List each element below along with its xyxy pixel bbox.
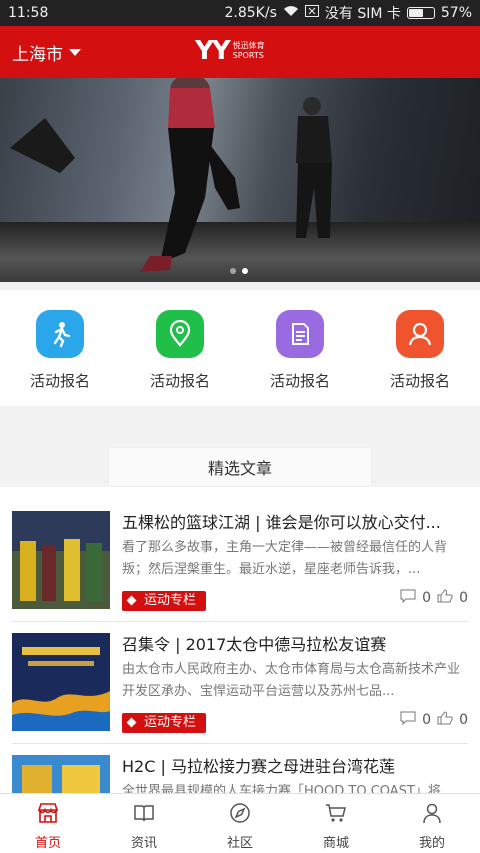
- article-stats: 0 0: [400, 711, 468, 729]
- quick-action-label: 活动报名: [269, 372, 330, 390]
- tab-label: 首页: [34, 836, 61, 851]
- app-logo: YY 悦迅体育 SPORTS: [195, 36, 265, 66]
- bottom-tab-bar: 首页 资讯 社区 商城 我的: [0, 793, 480, 853]
- status-time: 11:58: [8, 5, 49, 21]
- status-bar: 11:58 2.85K/s 没有 SIM 卡 57%: [0, 0, 480, 26]
- quick-action-1[interactable]: 活动报名: [0, 290, 120, 406]
- cart-icon: [325, 802, 347, 828]
- logo-en: SPORTS: [232, 51, 264, 60]
- quick-action-2[interactable]: 活动报名: [120, 290, 240, 406]
- quick-action-4[interactable]: 活动报名: [360, 290, 480, 406]
- wifi-icon: [283, 5, 299, 21]
- hero-banner[interactable]: [0, 78, 480, 282]
- runner-icon: [36, 310, 84, 358]
- person-icon: [396, 310, 444, 358]
- comment-icon[interactable]: [400, 589, 416, 607]
- quick-action-label: 活动报名: [29, 372, 90, 390]
- book-icon: [133, 802, 155, 828]
- tab-label: 商城: [322, 836, 349, 851]
- logo-cn: 悦迅体育: [232, 41, 265, 50]
- thumbs-up-icon[interactable]: [437, 711, 453, 729]
- app-header: 上海市 YY 悦迅体育 SPORTS: [0, 26, 480, 78]
- network-speed: 2.85K/s: [224, 5, 277, 21]
- location-pin-icon: [156, 310, 204, 358]
- article-title: H2C | 马拉松接力赛之母进驻台湾花莲: [122, 757, 395, 776]
- tab-label: 我的: [418, 836, 445, 851]
- article-tag[interactable]: 运动专栏: [122, 591, 207, 611]
- battery-icon: [406, 7, 435, 19]
- article-tag[interactable]: 运动专栏: [122, 713, 207, 733]
- article-description: 全世界最具规模的人车接力赛「HOOD TO COAST」将: [122, 784, 441, 793]
- article-thumbnail: [12, 511, 110, 609]
- article-thumbnail: [12, 755, 110, 793]
- thumbs-up-icon[interactable]: [437, 589, 453, 607]
- logo-mark: YY: [195, 36, 231, 66]
- quick-action-label: 活动报名: [149, 372, 210, 390]
- tab-label: 资讯: [130, 836, 157, 851]
- user-icon: [421, 802, 443, 828]
- tab-profile[interactable]: 我的: [384, 794, 480, 853]
- carousel-dots[interactable]: [230, 268, 248, 274]
- article-item[interactable]: 五棵松的篮球江湖 | 谁会是你可以放心交付... 看了那么多故事，主角一大定律—…: [0, 487, 480, 611]
- tab-home[interactable]: 首页: [0, 794, 96, 853]
- comment-count: 0: [422, 712, 432, 728]
- dropdown-triangle-icon: [69, 48, 81, 56]
- carousel-dot-active[interactable]: [242, 268, 248, 274]
- compass-icon: [229, 802, 251, 828]
- quick-action-label: 活动报名: [389, 372, 450, 390]
- document-icon: [276, 310, 324, 358]
- city-label: 上海市: [12, 44, 63, 65]
- article-stats: 0 0: [400, 589, 468, 607]
- city-selector[interactable]: 上海市: [12, 40, 81, 65]
- section-title-text: 精选文章: [207, 459, 272, 478]
- banner-runner-image: [10, 78, 332, 272]
- article-item[interactable]: 召集令 | 2017太仓中德马拉松友谊赛 由太仓市人民政府主办、太仓市体育局与太…: [0, 609, 480, 733]
- article-thumbnail: [12, 633, 110, 731]
- comment-icon[interactable]: [400, 711, 416, 729]
- article-title: 五棵松的篮球江湖 | 谁会是你可以放心交付...: [122, 513, 441, 532]
- article-item[interactable]: H2C | 马拉松接力赛之母进驻台湾花莲 全世界最具规模的人车接力赛「HOOD …: [0, 731, 480, 793]
- home-store-icon: [37, 802, 59, 828]
- comment-count: 0: [422, 590, 432, 606]
- like-count: 0: [459, 590, 468, 606]
- quick-action-3[interactable]: 活动报名: [240, 290, 360, 406]
- sim-icon: [304, 5, 319, 21]
- article-list: 五棵松的篮球江湖 | 谁会是你可以放心交付... 看了那么多故事，主角一大定律—…: [0, 487, 480, 793]
- carrier-label: 没有 SIM 卡: [324, 6, 401, 22]
- battery-percent: 57%: [440, 5, 472, 21]
- tab-community[interactable]: 社区: [192, 794, 288, 853]
- article-title: 召集令 | 2017太仓中德马拉松友谊赛: [122, 635, 387, 654]
- carousel-dot[interactable]: [230, 268, 236, 274]
- article-description: 看了那么多故事，主角一大定律——被曾经最信任的人背叛；然后涅槃重生。最近水逆，星…: [122, 540, 448, 577]
- tab-mall[interactable]: 商城: [288, 794, 384, 853]
- like-count: 0: [459, 712, 468, 728]
- tab-label: 社区: [226, 836, 253, 851]
- quick-actions: 活动报名 活动报名 活动报名 活动报名: [0, 290, 480, 406]
- tab-news[interactable]: 资讯: [96, 794, 192, 853]
- article-description: 由太仓市人民政府主办、太仓市体育局与太仓高新技术产业开发区承办、宝悍运动平台运营…: [122, 662, 461, 699]
- section-title: 精选文章: [108, 447, 372, 487]
